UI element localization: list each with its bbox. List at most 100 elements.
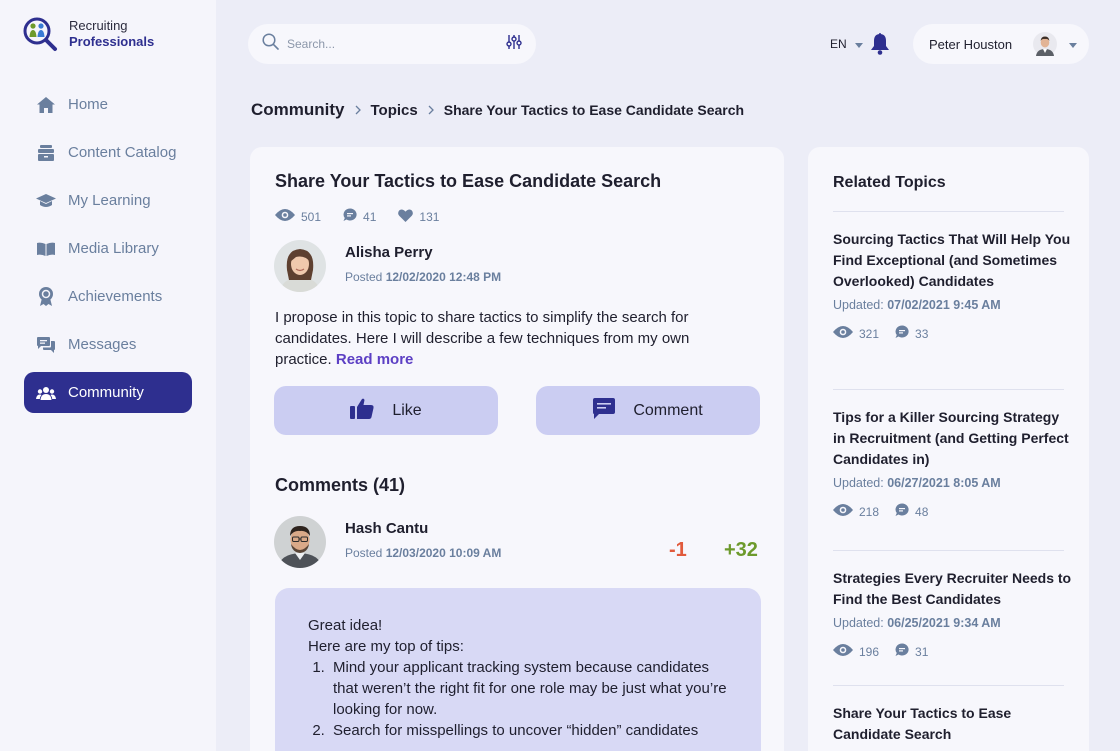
brand-logo[interactable]: Recruiting Professionals: [22, 16, 154, 52]
related-topics-heading: Related Topics: [833, 174, 946, 191]
comment-body: Great idea! Here are my top of tips: Min…: [275, 588, 761, 751]
updated-label: Updated:: [833, 616, 884, 630]
related-topic-item[interactable]: Strategies Every Recruiter Needs to Find…: [833, 568, 1073, 660]
post-body: I propose in this topic to share tactics…: [275, 307, 745, 370]
comments-stat: 33: [895, 325, 928, 342]
likes-stat: 131: [398, 209, 439, 225]
author-avatar[interactable]: [274, 240, 326, 292]
comments-count: 41: [363, 209, 377, 224]
chevron-down-icon: [854, 37, 863, 51]
comment-bubble-icon: [895, 643, 915, 660]
commenter-avatar[interactable]: [274, 516, 326, 568]
posted-date: 12/02/2020 12:48 PM: [385, 270, 502, 284]
comments-count: 33: [915, 326, 929, 341]
read-more-link[interactable]: Read more: [336, 351, 414, 368]
views-count: 218: [859, 504, 880, 519]
posted-label: Posted: [345, 546, 383, 560]
views-stat: 321: [833, 326, 879, 341]
comment-label: Comment: [633, 401, 703, 419]
posted-label: Posted: [345, 270, 383, 284]
related-topic-title[interactable]: Strategies Every Recruiter Needs to Find…: [833, 568, 1073, 610]
sidebar-item-community[interactable]: Community: [24, 372, 192, 413]
user-name: Peter Houston: [929, 36, 1013, 52]
user-avatar[interactable]: [1033, 32, 1057, 56]
breadcrumb-current: Share Your Tactics to Ease Candidate Sea…: [443, 102, 745, 118]
chat-icon: [36, 335, 56, 355]
comment-line-2: Here are my top of tips:: [308, 638, 464, 655]
sidebar-item-label: Messages: [68, 336, 137, 353]
views-stat: 501: [275, 209, 321, 224]
related-topic-item[interactable]: Share Your Tactics to Ease Candidate Sea…: [833, 703, 1073, 745]
comment-bubble-icon: [895, 325, 915, 342]
upvote-button[interactable]: +32: [724, 539, 758, 562]
related-topic-item[interactable]: Sourcing Tactics That Will Help You Find…: [833, 229, 1073, 342]
divider: [833, 211, 1064, 212]
likes-count: 131: [419, 209, 440, 224]
people-icon: [36, 383, 56, 403]
comment-author: Hash Cantu Posted 12/03/2020 10:09 AM: [274, 516, 501, 568]
eye-icon: [275, 209, 301, 224]
home-icon: [36, 95, 56, 115]
comment-line-1: Great idea!: [308, 617, 383, 634]
award-icon: [36, 287, 56, 307]
views-stat: 218: [833, 504, 879, 519]
views-count: 321: [859, 326, 880, 341]
comment-icon: [593, 397, 633, 424]
related-topic-title[interactable]: Tips for a Killer Sourcing Strategy in R…: [833, 407, 1073, 470]
related-topic-title[interactable]: Share Your Tactics to Ease Candidate Sea…: [833, 703, 1073, 745]
updated-date: 06/25/2021 9:34 AM: [887, 616, 1001, 630]
sidebar-item-label: My Learning: [68, 192, 151, 209]
magnifier-people-logo-icon: [22, 16, 58, 52]
filter-sliders-icon[interactable]: [506, 34, 522, 55]
related-topic-item[interactable]: Tips for a Killer Sourcing Strategy in R…: [833, 407, 1073, 520]
sidebar-item-messages[interactable]: Messages: [24, 324, 192, 365]
updated-date: 06/27/2021 8:05 AM: [887, 476, 1001, 490]
comments-stat: 48: [895, 503, 928, 520]
user-menu[interactable]: Peter Houston: [913, 24, 1089, 64]
comments-count: 31: [915, 644, 929, 659]
chevron-right-icon: [355, 105, 361, 115]
list-item: Mind your applicant tracking system beca…: [329, 657, 728, 720]
language-label: EN: [830, 37, 847, 51]
like-button[interactable]: Like: [274, 386, 498, 435]
comments-count: 48: [915, 504, 929, 519]
sidebar-item-label: Media Library: [68, 240, 159, 257]
breadcrumb-community[interactable]: Community: [251, 100, 345, 120]
eye-icon: [833, 504, 859, 519]
divider: [833, 685, 1064, 686]
catalog-icon: [36, 143, 56, 163]
eye-icon: [833, 644, 859, 659]
author-name[interactable]: Alisha Perry: [345, 244, 501, 261]
related-topic-updated: Updated: 06/27/2021 8:05 AM: [833, 476, 1073, 490]
post-timestamp: Posted 12/02/2020 12:48 PM: [345, 270, 501, 284]
comments-heading: Comments (41): [275, 475, 406, 495]
search-input[interactable]: Search...: [287, 37, 506, 51]
sidebar-item-media-library[interactable]: Media Library: [24, 228, 192, 269]
updated-label: Updated:: [833, 298, 884, 312]
sidebar-item-achievements[interactable]: Achievements: [24, 276, 192, 317]
eye-icon: [833, 326, 859, 341]
heart-icon: [398, 209, 419, 225]
downvote-button[interactable]: -1: [669, 539, 687, 562]
breadcrumb-topics[interactable]: Topics: [371, 102, 418, 119]
chevron-down-icon: [1069, 35, 1077, 53]
language-selector[interactable]: EN: [830, 37, 863, 51]
post-author: Alisha Perry Posted 12/02/2020 12:48 PM: [274, 240, 501, 292]
related-topic-updated: Updated: 06/25/2021 9:34 AM: [833, 616, 1073, 630]
sidebar-item-my-learning[interactable]: My Learning: [24, 180, 192, 221]
sidebar-item-content-catalog[interactable]: Content Catalog: [24, 132, 192, 173]
commenter-name[interactable]: Hash Cantu: [345, 520, 501, 537]
comment-button[interactable]: Comment: [536, 386, 760, 435]
notification-bell-icon[interactable]: [870, 33, 890, 60]
related-topic-title[interactable]: Sourcing Tactics That Will Help You Find…: [833, 229, 1073, 292]
views-count: 501: [301, 209, 322, 224]
book-icon: [36, 239, 56, 259]
sidebar-item-home[interactable]: Home: [24, 84, 192, 125]
related-topics-panel: Related Topics Sourcing Tactics That Wil…: [808, 147, 1089, 751]
sidebar-item-label: Community: [68, 384, 144, 401]
divider: [833, 389, 1064, 390]
graduation-cap-icon: [36, 191, 56, 211]
search-bar[interactable]: Search...: [248, 24, 536, 64]
related-topic-stats: 321 33: [833, 325, 1073, 342]
post-stats: 501 41 131: [275, 208, 461, 225]
